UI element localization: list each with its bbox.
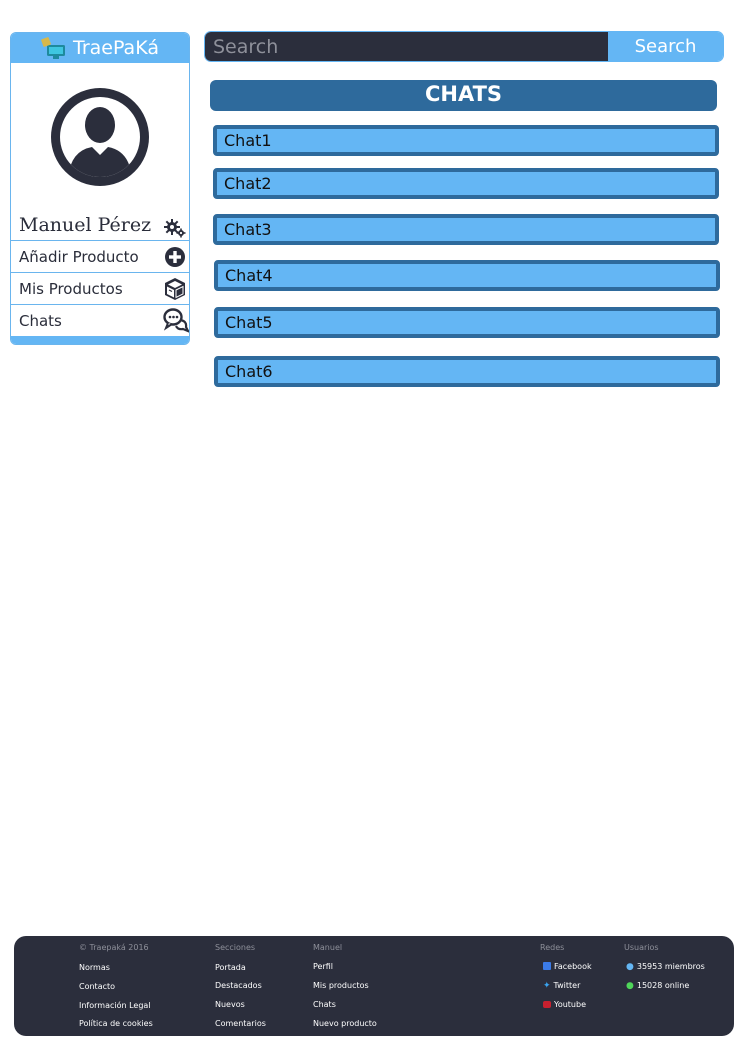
page-title: CHATS [210, 80, 717, 111]
footer-link-destacados[interactable]: Destacados [215, 981, 262, 990]
sidebar: TraePaKá Manuel Pérez Añadir Producto Mi… [10, 32, 190, 345]
brand-bar[interactable]: TraePaKá [11, 33, 189, 63]
footer-link-facebook[interactable]: Facebook [543, 962, 592, 971]
footer-link-nuevo-producto[interactable]: Nuevo producto [313, 1019, 377, 1028]
chat-item[interactable]: Chat5 [214, 307, 720, 338]
chat-item[interactable]: Chat3 [213, 214, 719, 245]
user-icon: ● [626, 962, 634, 972]
members-text: 35953 miembros [636, 962, 705, 971]
settings-gears-icon[interactable] [163, 216, 187, 240]
sidebar-item-label: Chats [19, 311, 62, 330]
sidebar-item-label: Añadir Producto [19, 247, 139, 266]
footer-link-mis-productos[interactable]: Mis productos [313, 981, 369, 990]
footer-heading: © Traepaká 2016 [79, 943, 149, 952]
facebook-icon [543, 962, 551, 970]
chat-item[interactable]: Chat2 [213, 168, 719, 199]
footer-link-perfil[interactable]: Perfil [313, 962, 333, 971]
monitor-logo-icon [41, 36, 67, 60]
search-input[interactable] [205, 32, 608, 61]
online-text: 15028 online [636, 981, 690, 990]
package-icon [163, 277, 187, 301]
footer-link-label: Twitter [553, 981, 581, 990]
sidebar-item-chats[interactable]: Chats [11, 304, 189, 336]
sidebar-item-add-product[interactable]: Añadir Producto [11, 240, 189, 272]
footer-heading: Usuarios [624, 943, 659, 952]
footer-link-label: Youtube [554, 1000, 586, 1009]
footer-link-comentarios[interactable]: Comentarios [215, 1019, 266, 1028]
online-user-icon: ● [626, 981, 634, 991]
footer-link-contacto[interactable]: Contacto [79, 982, 115, 991]
footer-link-legal[interactable]: Información Legal [79, 1001, 151, 1010]
online-count: ● 15028 online [626, 981, 689, 991]
members-count: ● 35953 miembros [626, 962, 705, 972]
footer: © Traepaká 2016 Normas Contacto Informac… [14, 936, 734, 1036]
sidebar-footer-bar [11, 336, 189, 344]
footer-heading: Secciones [215, 943, 256, 952]
plus-circle-icon [163, 245, 187, 269]
footer-link-chats[interactable]: Chats [313, 1000, 336, 1009]
chat-bubbles-icon [163, 307, 189, 333]
footer-link-nuevos[interactable]: Nuevos [215, 1000, 245, 1009]
footer-link-twitter[interactable]: ✦ Twitter [543, 981, 580, 991]
sidebar-item-label: Mis Productos [19, 279, 123, 298]
search-button[interactable]: Search [608, 32, 723, 61]
footer-heading: Redes [540, 943, 565, 952]
footer-link-label: Facebook [554, 962, 592, 971]
profile-area [11, 63, 189, 210]
footer-link-portada[interactable]: Portada [215, 963, 246, 972]
user-row: Manuel Pérez [11, 210, 189, 240]
avatar-icon [51, 87, 149, 186]
brand-name: TraePaKá [73, 37, 159, 59]
sidebar-item-my-products[interactable]: Mis Productos [11, 272, 189, 304]
footer-heading: Manuel [313, 943, 343, 952]
search-bar: Search [204, 31, 724, 62]
chat-item[interactable]: Chat4 [214, 260, 720, 291]
chat-item[interactable]: Chat1 [213, 125, 719, 156]
footer-link-youtube[interactable]: Youtube [543, 1000, 586, 1009]
user-name: Manuel Pérez [19, 214, 152, 236]
footer-link-cookies[interactable]: Política de cookies [79, 1019, 153, 1028]
footer-link-normas[interactable]: Normas [79, 963, 110, 972]
chat-item[interactable]: Chat6 [214, 356, 720, 387]
twitter-icon: ✦ [543, 981, 551, 991]
youtube-icon [543, 1001, 551, 1008]
